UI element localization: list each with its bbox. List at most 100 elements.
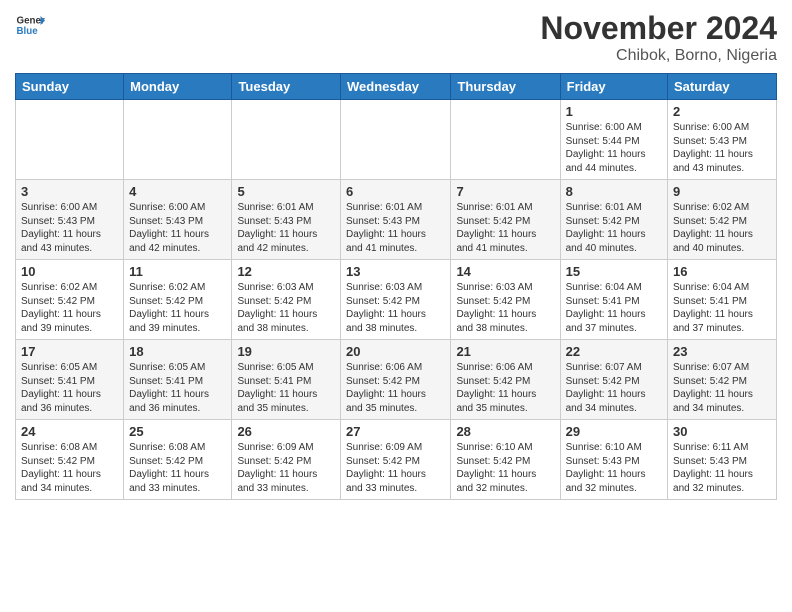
day-info: Sunrise: 6:02 AM Sunset: 5:42 PM Dayligh… [673, 201, 771, 255]
day-info: Sunrise: 6:05 AM Sunset: 5:41 PM Dayligh… [237, 361, 335, 415]
weekday-header-cell: Tuesday [232, 74, 341, 100]
day-number: 10 [21, 264, 118, 279]
calendar-cell: 15 Sunrise: 6:04 AM Sunset: 5:41 PM Dayli… [560, 260, 667, 340]
calendar-cell: 14Sunrise: 6:03 AM Sunset: 5:42 PM Dayli… [451, 260, 560, 340]
calendar-cell: 29 Sunrise: 6:10 AM Sunset: 5:43 PM Dayli… [560, 420, 667, 500]
calendar: SundayMondayTuesdayWednesdayThursdayFrid… [15, 73, 777, 500]
calendar-cell [232, 100, 341, 180]
weekday-header-cell: Wednesday [341, 74, 451, 100]
day-info: Sunrise: 6:05 AM Sunset: 5:41 PM Dayligh… [21, 361, 118, 415]
day-info: Sunrise: 6:01 AM Sunset: 5:43 PM Dayligh… [237, 201, 335, 255]
calendar-week-row: 10 Sunrise: 6:02 AM Sunset: 5:42 PM Dayli… [16, 260, 777, 340]
day-number: 16 [673, 264, 771, 279]
day-number: 19 [237, 344, 335, 359]
weekday-header-cell: Thursday [451, 74, 560, 100]
day-info: Sunrise: 6:11 AM Sunset: 5:43 PM Dayligh… [673, 441, 771, 495]
calendar-body: 1 Sunrise: 6:00 AM Sunset: 5:44 PM Daylig… [16, 100, 777, 500]
day-info: Sunrise: 6:04 AM Sunset: 5:41 PM Dayligh… [566, 281, 662, 335]
calendar-week-row: 1 Sunrise: 6:00 AM Sunset: 5:44 PM Daylig… [16, 100, 777, 180]
day-info: Sunrise: 6:01 AM Sunset: 5:42 PM Dayligh… [566, 201, 662, 255]
day-info: Sunrise: 6:00 AM Sunset: 5:44 PM Dayligh… [566, 121, 662, 175]
day-info: Sunrise: 6:01 AM Sunset: 5:43 PM Dayligh… [346, 201, 445, 255]
day-info: Sunrise: 6:07 AM Sunset: 5:42 PM Dayligh… [673, 361, 771, 415]
weekday-header-cell: Sunday [16, 74, 124, 100]
day-number: 30 [673, 424, 771, 439]
day-info: Sunrise: 6:04 AM Sunset: 5:41 PM Dayligh… [673, 281, 771, 335]
day-number: 3 [21, 184, 118, 199]
day-number: 27 [346, 424, 445, 439]
calendar-cell: 17 Sunrise: 6:05 AM Sunset: 5:41 PM Dayli… [16, 340, 124, 420]
calendar-cell: 3 Sunrise: 6:00 AM Sunset: 5:43 PM Daylig… [16, 180, 124, 260]
day-info: Sunrise: 6:07 AM Sunset: 5:42 PM Dayligh… [566, 361, 662, 415]
calendar-week-row: 17 Sunrise: 6:05 AM Sunset: 5:41 PM Dayli… [16, 340, 777, 420]
day-info: Sunrise: 6:08 AM Sunset: 5:42 PM Dayligh… [129, 441, 226, 495]
day-number: 23 [673, 344, 771, 359]
day-info: Sunrise: 6:00 AM Sunset: 5:43 PM Dayligh… [21, 201, 118, 255]
day-number: 18 [129, 344, 226, 359]
day-info: Sunrise: 6:06 AM Sunset: 5:42 PM Dayligh… [456, 361, 554, 415]
day-number: 1 [566, 104, 662, 119]
weekday-header-cell: Saturday [668, 74, 777, 100]
calendar-cell: 25 Sunrise: 6:08 AM Sunset: 5:42 PM Dayli… [124, 420, 232, 500]
calendar-cell: 19 Sunrise: 6:05 AM Sunset: 5:41 PM Dayli… [232, 340, 341, 420]
calendar-cell: 30 Sunrise: 6:11 AM Sunset: 5:43 PM Dayli… [668, 420, 777, 500]
month-title: November 2024 [540, 10, 777, 47]
day-number: 20 [346, 344, 445, 359]
day-info: Sunrise: 6:09 AM Sunset: 5:42 PM Dayligh… [346, 441, 445, 495]
calendar-cell: 12Sunrise: 6:03 AM Sunset: 5:42 PM Dayli… [232, 260, 341, 340]
calendar-week-row: 24 Sunrise: 6:08 AM Sunset: 5:42 PM Dayli… [16, 420, 777, 500]
calendar-cell: 18 Sunrise: 6:05 AM Sunset: 5:41 PM Dayli… [124, 340, 232, 420]
weekday-header-cell: Monday [124, 74, 232, 100]
weekday-header-cell: Friday [560, 74, 667, 100]
calendar-week-row: 3 Sunrise: 6:00 AM Sunset: 5:43 PM Daylig… [16, 180, 777, 260]
day-number: 5 [237, 184, 335, 199]
calendar-cell: 28 Sunrise: 6:10 AM Sunset: 5:42 PM Dayli… [451, 420, 560, 500]
day-info: Sunrise: 6:06 AM Sunset: 5:42 PM Dayligh… [346, 361, 445, 415]
day-info: Sunrise: 6:09 AM Sunset: 5:42 PM Dayligh… [237, 441, 335, 495]
day-info: Sunrise: 6:10 AM Sunset: 5:43 PM Dayligh… [566, 441, 662, 495]
day-number: 29 [566, 424, 662, 439]
page: General Blue November 2024 Chibok, Borno… [0, 0, 792, 612]
title-block: November 2024 Chibok, Borno, Nigeria [540, 10, 777, 65]
calendar-cell [451, 100, 560, 180]
calendar-cell: 9 Sunrise: 6:02 AM Sunset: 5:42 PM Daylig… [668, 180, 777, 260]
day-number: 11 [129, 264, 226, 279]
calendar-cell [124, 100, 232, 180]
day-number: 4 [129, 184, 226, 199]
calendar-cell: 10 Sunrise: 6:02 AM Sunset: 5:42 PM Dayli… [16, 260, 124, 340]
day-number: 25 [129, 424, 226, 439]
location: Chibok, Borno, Nigeria [540, 47, 777, 65]
day-info: Sunrise: 6:00 AM Sunset: 5:43 PM Dayligh… [129, 201, 226, 255]
day-info: Sunrise: 6:05 AM Sunset: 5:41 PM Dayligh… [129, 361, 226, 415]
calendar-cell: 22Sunrise: 6:07 AM Sunset: 5:42 PM Dayli… [560, 340, 667, 420]
day-info: Sunrise: 6:03 AM Sunset: 5:42 PM Dayligh… [346, 281, 445, 335]
calendar-cell: 5 Sunrise: 6:01 AM Sunset: 5:43 PM Daylig… [232, 180, 341, 260]
day-number: 9 [673, 184, 771, 199]
day-number: 24 [21, 424, 118, 439]
calendar-cell [341, 100, 451, 180]
calendar-cell: 8 Sunrise: 6:01 AM Sunset: 5:42 PM Daylig… [560, 180, 667, 260]
day-number: 17 [21, 344, 118, 359]
calendar-cell: 7Sunrise: 6:01 AM Sunset: 5:42 PM Daylig… [451, 180, 560, 260]
day-number: 13 [346, 264, 445, 279]
day-number: 2 [673, 104, 771, 119]
calendar-cell: 16 Sunrise: 6:04 AM Sunset: 5:41 PM Dayli… [668, 260, 777, 340]
day-info: Sunrise: 6:10 AM Sunset: 5:42 PM Dayligh… [456, 441, 554, 495]
day-number: 7 [456, 184, 554, 199]
calendar-cell [16, 100, 124, 180]
day-info: Sunrise: 6:02 AM Sunset: 5:42 PM Dayligh… [21, 281, 118, 335]
day-number: 14 [456, 264, 554, 279]
calendar-cell: 27 Sunrise: 6:09 AM Sunset: 5:42 PM Dayli… [341, 420, 451, 500]
calendar-cell: 13 Sunrise: 6:03 AM Sunset: 5:42 PM Dayli… [341, 260, 451, 340]
day-info: Sunrise: 6:03 AM Sunset: 5:42 PM Dayligh… [237, 281, 335, 335]
calendar-cell: 26Sunrise: 6:09 AM Sunset: 5:42 PM Dayli… [232, 420, 341, 500]
calendar-cell: 20 Sunrise: 6:06 AM Sunset: 5:42 PM Dayli… [341, 340, 451, 420]
day-number: 6 [346, 184, 445, 199]
header: General Blue November 2024 Chibok, Borno… [15, 10, 777, 65]
calendar-cell: 6 Sunrise: 6:01 AM Sunset: 5:43 PM Daylig… [341, 180, 451, 260]
day-number: 8 [566, 184, 662, 199]
day-info: Sunrise: 6:02 AM Sunset: 5:42 PM Dayligh… [129, 281, 226, 335]
day-number: 28 [456, 424, 554, 439]
calendar-cell: 2Sunrise: 6:00 AM Sunset: 5:43 PM Daylig… [668, 100, 777, 180]
day-number: 15 [566, 264, 662, 279]
